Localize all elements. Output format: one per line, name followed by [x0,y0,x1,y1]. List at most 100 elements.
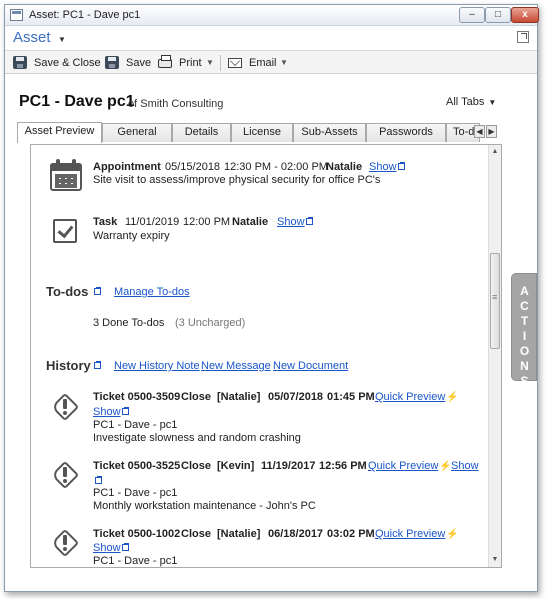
scroll-up-icon[interactable]: ▲ [489,146,501,158]
history-asset: PC1 - Dave - pc1 [93,555,178,567]
history-person: [Natalie] [217,528,261,540]
appointment-description: Site visit to assess/improve physical se… [93,174,381,186]
module-menu[interactable]: Asset [13,29,51,46]
vertical-scrollbar[interactable]: ▲ ▼ [488,145,501,567]
tab-scroll-right-icon[interactable]: ▶ [486,125,497,138]
actions-side-tab[interactable]: ACTIONS [511,273,537,388]
quick-preview-link[interactable]: Quick Preview⚡ [368,460,452,472]
tab-strip: Asset Preview General Details License Su… [17,122,501,143]
history-status: Close [181,460,211,472]
external-link-icon[interactable] [94,361,101,369]
module-header: Asset ▼ [5,26,537,50]
save-close-label: Save & Close [34,57,101,69]
history-ticket: Ticket 0500-1002 [93,528,181,540]
manage-todos-link[interactable]: Manage To-dos [114,286,190,298]
tab-passwords[interactable]: Passwords [366,123,446,142]
print-button[interactable]: Print ▼ [158,54,216,72]
history-description: Investigate slowness and random crashing [93,432,301,444]
save-icon [13,56,27,69]
actions-tab-letter: T [520,314,530,328]
actions-tab-letter: N [520,359,530,373]
envelope-icon [228,58,242,68]
todos-count: 3 Done To-dos [93,317,165,329]
show-link-label: Show [93,406,121,418]
task-time: 12:00 PM [183,216,231,228]
task-description: Warranty expiry [93,230,170,242]
external-link-icon [121,543,129,551]
email-button[interactable]: Email ▼ [228,54,290,72]
history-show-link[interactable]: Show [93,542,129,554]
history-date: 06/18/2017 [268,528,324,540]
ticket-icon [50,392,80,422]
new-history-note-link[interactable]: New History Note [114,360,200,372]
scrollbar-thumb[interactable] [490,253,500,349]
toolbar-divider [220,55,221,71]
quick-preview-link[interactable]: Quick Preview⚡ [375,528,459,540]
external-link-icon [397,162,405,170]
checkbox-icon [53,219,77,243]
quick-preview-label: Quick Preview [375,528,446,540]
ticket-icon [50,460,80,490]
actions-tab-letter: S [520,374,530,388]
maximize-button[interactable]: □ [485,7,511,23]
tab-sub-assets[interactable]: Sub-Assets [293,123,366,142]
todos-uncharged: (3 Uncharged) [175,317,246,329]
tab-license[interactable]: License [231,123,293,142]
history-asset: PC1 - Dave - pc1 [93,419,178,431]
history-show-link[interactable]: Show [93,406,129,418]
history-ticket: Ticket 0500-3525 [93,460,181,472]
tab-asset-preview[interactable]: Asset Preview [17,122,102,143]
appointment-type: Appointment [93,161,161,173]
tab-details[interactable]: Details [172,123,231,142]
task-show-link[interactable]: Show [277,216,313,228]
external-link-icon[interactable] [95,476,102,484]
tab-scroll-left-icon[interactable]: ◀ [474,125,485,138]
appointment-show-link[interactable]: Show [369,161,405,173]
chevron-down-icon: ▼ [488,98,497,107]
lightning-icon: ⚡ [446,529,459,540]
actions-tab-letter: A [520,284,530,298]
history-status: Close [181,391,211,403]
external-link-icon [305,217,313,225]
todos-heading: To-dos [46,284,89,299]
appointment-person: Natalie [326,161,363,173]
window-title: Asset: PC1 - Dave pc1 [29,9,141,21]
new-message-link[interactable]: New Message [201,360,271,372]
chevron-down-icon[interactable]: ▼ [58,35,66,44]
actions-tab-letter: C [520,299,530,313]
chevron-down-icon[interactable]: ▼ [206,54,214,72]
history-description: Monthly workstation maintenance - John's… [93,500,316,512]
title-bar: Asset: PC1 - Dave pc1 – □ x [5,5,539,26]
history-ticket: Ticket 0500-3509 [93,391,181,403]
save-label: Save [126,57,152,69]
actions-tab-letter: O [519,344,531,358]
external-link-icon[interactable] [94,287,101,295]
company-label: of Smith Consulting [128,98,224,110]
show-link-label: Show [93,542,121,554]
appointment-time: 12:30 PM - 02:00 PM [224,161,328,173]
print-label: Print [179,57,202,69]
history-date: 11/19/2017 [261,460,316,472]
history-show-link[interactable]: Show [451,460,479,472]
asset-preview-panel: Appointment 05/15/2018 12:30 PM - 02:00 … [30,144,502,568]
history-time: 03:02 PM [327,528,375,540]
close-button[interactable]: x [511,7,539,23]
quick-preview-link[interactable]: Quick Preview⚡ [375,391,459,403]
tab-general[interactable]: General [102,123,172,142]
lightning-icon: ⚡ [439,461,452,472]
task-type: Task [93,216,118,228]
appointment-date: 05/15/2018 [165,161,221,173]
history-time: 01:45 PM [327,391,375,403]
actions-tab-label: ACTIONS [518,284,532,389]
chevron-down-icon[interactable]: ▼ [280,54,288,72]
history-heading: History [46,358,91,373]
all-tabs-dropdown[interactable]: All Tabs ▼ [446,96,496,108]
minimize-button[interactable]: – [459,7,485,23]
popout-icon[interactable] [517,31,529,43]
printer-icon [158,55,172,68]
history-status: Close [181,528,211,540]
scroll-down-icon[interactable]: ▼ [489,554,501,566]
toolbar: Save & Close Save Print ▼ Email ▼ [5,50,537,74]
calendar-icon [50,159,82,191]
new-document-link[interactable]: New Document [273,360,348,372]
